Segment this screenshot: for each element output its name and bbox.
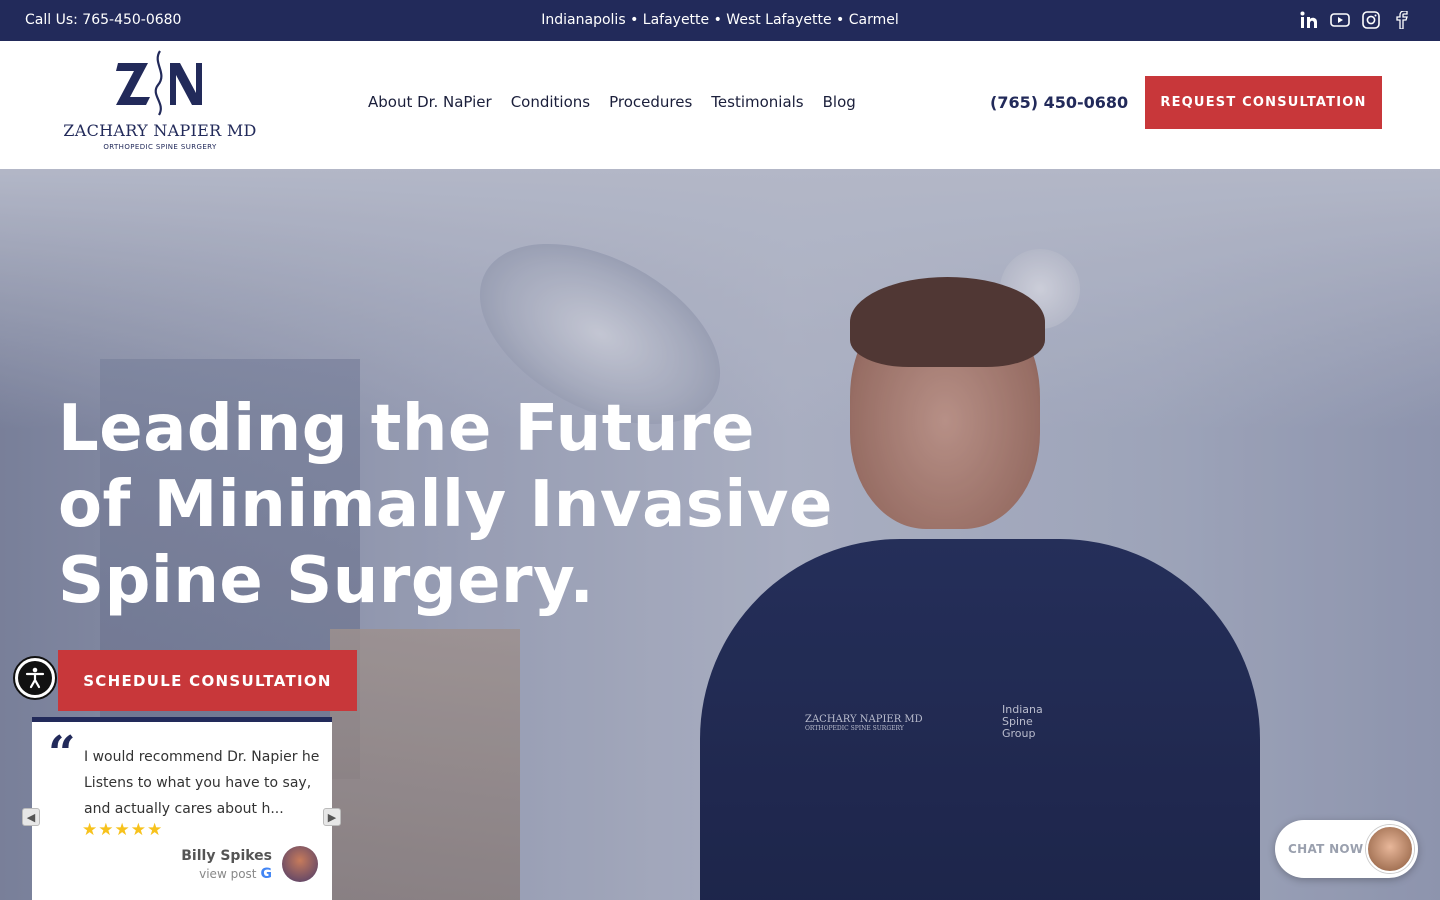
reviewer-avatar	[282, 846, 318, 882]
header-phone-link[interactable]: (765) 450-0680	[990, 93, 1128, 112]
view-post-label: view post	[199, 867, 257, 881]
social-links	[1298, 9, 1412, 30]
instagram-icon[interactable]	[1360, 9, 1381, 30]
top-bar: Call Us: 765-450-0680 Indianapolis • Laf…	[0, 0, 1440, 41]
hero-section: ZACHARY NAPIER MD ORTHOPEDIC SPINE SURGE…	[0, 169, 1440, 900]
chat-agent-avatar	[1366, 825, 1414, 873]
schedule-consultation-button[interactable]: SCHEDULE CONSULTATION	[58, 650, 357, 711]
review-text: I would recommend Dr. Napier he Listens …	[84, 749, 320, 817]
main-nav: About Dr. NaPier Conditions Procedures T…	[368, 93, 856, 111]
youtube-icon[interactable]	[1329, 9, 1350, 30]
accessibility-button[interactable]	[13, 656, 57, 700]
chat-now-label: CHAT NOW	[1288, 842, 1364, 856]
review-prev-button[interactable]: ◀	[22, 808, 40, 826]
nav-item-testimonials[interactable]: Testimonials	[711, 93, 803, 111]
request-consultation-button[interactable]: REQUEST CONSULTATION	[1145, 76, 1382, 129]
locations-text: Indianapolis • Lafayette • West Lafayett…	[541, 12, 899, 28]
facebook-icon[interactable]	[1391, 9, 1412, 30]
review-card: “ I would recommend Dr. Napier he Listen…	[32, 717, 332, 900]
chat-now-widget[interactable]: CHAT NOW	[1275, 820, 1418, 878]
google-icon: G	[260, 866, 273, 882]
accessibility-icon	[25, 667, 45, 689]
linkedin-icon[interactable]	[1298, 9, 1319, 30]
nav-item-conditions[interactable]: Conditions	[511, 93, 590, 111]
logo-name: ZACHARY NAPIER MD	[63, 121, 257, 140]
nav-item-blog[interactable]: Blog	[823, 93, 856, 111]
quote-icon: “	[48, 726, 76, 782]
hero-headline: Leading the Future of Minimally Invasive…	[58, 392, 833, 618]
site-header: ZACHARY NAPIER MD ORTHOPEDIC SPINE SURGE…	[0, 41, 1440, 169]
logo[interactable]: ZACHARY NAPIER MD ORTHOPEDIC SPINE SURGE…	[60, 49, 260, 159]
rating-stars: ★★★★★	[82, 820, 164, 840]
spine-logo-icon	[116, 50, 202, 116]
nav-item-about[interactable]: About Dr. NaPier	[368, 93, 492, 111]
review-next-button[interactable]: ▶	[323, 808, 341, 826]
nav-item-procedures[interactable]: Procedures	[609, 93, 692, 111]
view-post-link[interactable]: view post G	[199, 866, 272, 882]
reviewer-name: Billy Spikes	[181, 848, 272, 864]
logo-subtitle: ORTHOPEDIC SPINE SURGERY	[103, 143, 217, 151]
